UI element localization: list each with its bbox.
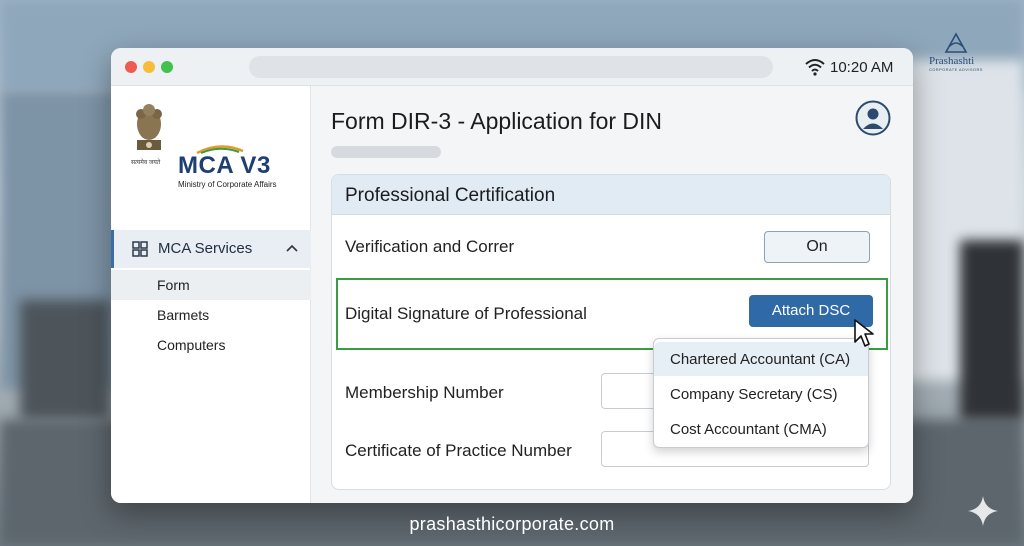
professional-type-dropdown: Chartered Accountant (CA) Company Secret…	[653, 338, 869, 448]
certificate-practice-label: Certificate of Practice Number	[345, 441, 572, 460]
status-clock: 10:20 AM	[830, 59, 894, 76]
user-avatar-icon[interactable]	[855, 100, 891, 136]
dropdown-option-cma[interactable]: Cost Accountant (CMA)	[654, 412, 868, 446]
close-window-button[interactable]	[125, 61, 137, 73]
emblem-caption: सत्यमेव जयते	[131, 160, 161, 166]
wifi-icon	[805, 59, 825, 76]
page-title: Form DIR-3 - Application for DIN	[331, 108, 663, 134]
membership-number-label: Membership Number	[345, 383, 504, 402]
sidebar: सत्यमेव जयते MCA V3 Ministry of Corporat…	[111, 86, 311, 503]
brand-tagline: CORPORATE ADVISORS	[929, 67, 983, 72]
sidebar-item-barmets[interactable]: Barmets	[111, 300, 311, 330]
dsc-label: Digital Signature of Professional	[345, 304, 587, 323]
website-url: prashasthicorporate.com	[409, 514, 615, 534]
address-bar[interactable]	[249, 56, 773, 78]
prashashti-logo-icon	[944, 32, 968, 53]
dropdown-option-cs[interactable]: Company Secretary (CS)	[654, 377, 868, 411]
mca-logo-subtitle: Ministry of Corporate Affairs	[178, 180, 277, 189]
sidebar-item-form[interactable]: Form	[111, 270, 311, 300]
minimize-window-button[interactable]	[143, 61, 155, 73]
chevron-up-icon[interactable]	[286, 244, 298, 252]
sidebar-item-mca-services[interactable]: MCA Services	[111, 230, 311, 268]
maximize-window-button[interactable]	[161, 61, 173, 73]
sidebar-item-computers[interactable]: Computers	[111, 330, 311, 360]
verification-toggle-button[interactable]: On	[764, 231, 870, 263]
sparkle-icon	[968, 496, 998, 526]
mca-logo-text: MCA V3	[178, 152, 271, 179]
verification-label: Verification and Correr	[345, 237, 515, 256]
card-header: Professional Certification	[332, 175, 890, 215]
sidebar-item-label: MCA Services	[158, 240, 253, 257]
grid-icon	[132, 241, 148, 257]
title-bar: 10:20 AM	[111, 48, 913, 86]
mouse-cursor-icon	[854, 319, 874, 347]
national-emblem-icon	[136, 104, 162, 150]
title-placeholder-bar	[331, 146, 441, 158]
dropdown-option-ca[interactable]: Chartered Accountant (CA)	[654, 342, 868, 376]
card-title: Professional Certification	[345, 185, 556, 206]
brand-name: Prashashti	[929, 55, 975, 67]
